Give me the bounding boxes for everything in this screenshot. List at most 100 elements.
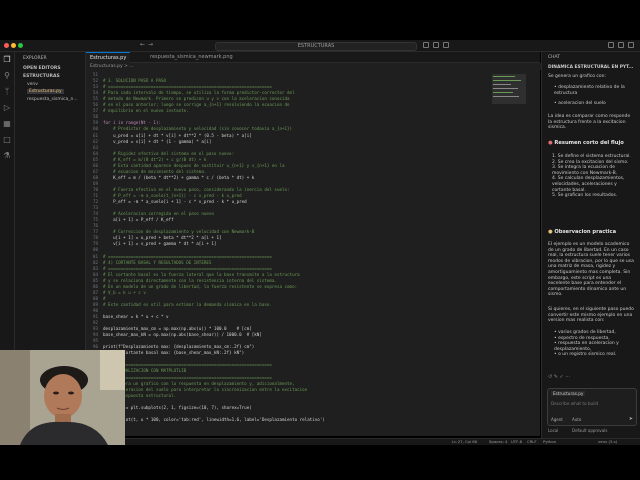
toggle-secondary-sidebar-icon[interactable] [443, 42, 449, 48]
line-number: 79 [92, 241, 98, 247]
minimize-window-button[interactable] [11, 43, 16, 48]
layout-icon[interactable] [608, 42, 614, 48]
code-line[interactable]: # En un modelo de un grado de libertad, … [103, 284, 297, 289]
command-center[interactable]: ESTRUCTURAS [215, 42, 417, 51]
source-control-icon[interactable]: ᛉ [3, 88, 11, 96]
tree-item-venv[interactable]: venv [27, 82, 38, 87]
code-line[interactable]: # [103, 296, 106, 301]
line-number: 75 [92, 217, 98, 223]
code-line[interactable]: base_shear = k * u + c * v [103, 314, 169, 319]
minimap[interactable] [490, 70, 530, 436]
cursor-position[interactable]: Ln 27, Col 66 [452, 439, 477, 445]
code-line[interactable]: # Fuerza efectiva en el nuevo paso, cons… [103, 187, 289, 192]
code-line[interactable]: # Predictor de desplazamiento y velocida… [103, 126, 292, 131]
code-line[interactable]: # ======================================… [103, 84, 272, 89]
tree-item-respuesta[interactable]: respuesta_sismica_n... [27, 97, 78, 102]
line-number: 89 [92, 301, 98, 307]
language-mode[interactable]: Python [543, 439, 556, 445]
code-line[interactable]: # Para cada intervalo de tiempo, se util… [103, 90, 295, 95]
code-line[interactable]: # Correccion de desplazamiento y velocid… [103, 229, 254, 234]
run-debug-icon[interactable]: ▷ [3, 104, 11, 112]
toggle-panel-icon[interactable] [433, 42, 439, 48]
line-number: 86 [92, 283, 98, 289]
code-line[interactable]: # 4) CORTANTE BASAL Y RESULTADOS DE INTE… [103, 260, 211, 265]
code-line[interactable]: ax1[0].plot(t, u * 100, color='tab:red',… [103, 417, 325, 422]
search-icon[interactable]: ⚲ [3, 72, 11, 80]
code-line[interactable]: K_eff = m / (beta * dt**2) + gamma * c /… [103, 175, 254, 180]
indentation[interactable]: Spaces: 4 [489, 439, 507, 445]
testing-icon[interactable]: ⚗ [3, 152, 11, 160]
code-line[interactable]: v_pred = v[i] + dt * (1 - gamma) * a[i] [103, 139, 211, 144]
code-line[interactable]: # ======================================… [103, 362, 272, 367]
encoding[interactable]: UTF-8 [511, 439, 522, 445]
agent-mode-dropdown[interactable]: Agent [551, 417, 563, 422]
back-arrow-icon[interactable]: ← [140, 41, 145, 48]
line-number: 61 [92, 132, 98, 138]
code-line[interactable]: # 3. SOLUCION PASO A PASO [103, 78, 166, 83]
chat-actions[interactable]: ↺ ✎ ✓ ⋯ [548, 374, 570, 380]
code-line[interactable]: # Esta cantidad aparece despues de susti… [103, 163, 284, 168]
code-line[interactable]: desplazamiento_max_cm = np.max(np.abs(u)… [103, 326, 252, 331]
code-line[interactable]: # El cortante basal es la fuerza lateral… [103, 272, 300, 277]
code-line[interactable]: # Rigidez efectiva del sistema en el pas… [103, 151, 234, 156]
code-line[interactable]: # en el paso anterior; luego se corrige … [103, 102, 290, 107]
code-line[interactable]: # V_b = k u + c v [103, 290, 146, 295]
chat-input-box[interactable]: Estructuras.py Describe what to build Ag… [547, 388, 637, 426]
chat-attachment[interactable]: Estructuras.py [551, 391, 586, 396]
code-line[interactable]: # Este cantidad es util para estimar la … [103, 302, 272, 307]
code-line[interactable]: # Aceleracion corregida en el paso nuevo [103, 211, 214, 216]
maximize-window-button[interactable] [18, 43, 23, 48]
code-editor[interactable]: 51 52 # 3. SOLUCION PASO A PASO 53 # =======… [86, 70, 540, 436]
code-line[interactable]: base_shear_max_kN = np.max(np.abs(base_s… [103, 332, 262, 337]
model-dropdown[interactable]: Auto [572, 417, 581, 422]
line-number: 70 [92, 186, 98, 192]
line-number: 55 [92, 96, 98, 102]
code-line[interactable]: fig, ax1 = plt.subplots(2, 1, figsize=(1… [103, 405, 252, 410]
close-window-button[interactable] [4, 43, 9, 48]
code-line[interactable]: # ======================================… [103, 254, 272, 259]
toggle-sidebar-icon[interactable] [423, 42, 429, 48]
accounts-icon[interactable] [618, 42, 624, 48]
explorer-header: EXPLORER [23, 56, 47, 61]
folder-root[interactable]: ESTRUCTURAS [23, 74, 60, 79]
chat-header: CHAT [548, 55, 561, 60]
code-line[interactable]: # ecuacion de movimiento del sistema. [103, 169, 206, 174]
settings-icon[interactable] [628, 42, 634, 48]
code-line[interactable]: # y se relaciona directamente con la res… [103, 278, 277, 283]
code-line[interactable]: # Se genera un grafico con la respuesta … [103, 381, 295, 386]
eol[interactable]: CRLF [527, 439, 537, 445]
files-icon[interactable]: ❐ [3, 56, 11, 64]
webcam-overlay [0, 350, 125, 445]
extensions-icon[interactable]: ▦ [3, 120, 11, 128]
forward-arrow-icon[interactable]: → [148, 41, 153, 48]
code-line[interactable]: # equilibrio en el nuevo instante. [103, 108, 189, 113]
open-editors-section[interactable]: OPEN EDITORS [23, 66, 61, 71]
line-number: 77 [92, 229, 98, 235]
code-line[interactable]: for i in range(Nt - 1): [103, 120, 161, 125]
editor-tabs: Estructuras.py respuesta_sismica_newmark… [86, 52, 540, 63]
remote-explorer-icon[interactable]: □ [3, 136, 11, 144]
chat-heading-resumen: ● Resumen corto del flujo [548, 140, 624, 146]
line-number: 94 [92, 332, 98, 338]
code-line[interactable]: u[i + 1] = u_pred + beta * dt**2 * a[i +… [103, 235, 221, 240]
code-line[interactable]: P_eff = -m * a_suelo[i + 1] - c * v_pred… [103, 199, 247, 204]
code-line[interactable]: # K_eff = m/(B dt^2) + c g/(B dt) + k [103, 157, 206, 162]
code-line[interactable]: # la aceleracion del suelo para interpre… [103, 387, 307, 392]
tree-item-estructuras[interactable]: Estructuras.py [27, 89, 64, 94]
tab-estructuras[interactable]: Estructuras.py [86, 52, 131, 63]
code-line[interactable]: # ======================================… [103, 375, 272, 380]
code-line[interactable]: print(f"Desplazamiento max: {desplazamie… [103, 344, 254, 349]
chat-input-placeholder[interactable]: Describe what to build [551, 401, 598, 406]
python-interpreter[interactable]: venv (3.x) [598, 439, 617, 445]
chat-local-toggle[interactable]: Local [548, 428, 558, 433]
chat-approvals[interactable]: Default approvals [572, 428, 607, 433]
tab-respuesta-png[interactable]: respuesta_sismica_newmark.png [146, 52, 237, 62]
send-icon[interactable]: ➤ [629, 416, 633, 422]
code-line[interactable]: # ======================================… [103, 266, 272, 271]
code-line[interactable]: u_pred = u[i] + dt * v[i] + dt**2 * (0.5… [103, 133, 252, 138]
code-line[interactable]: # P_eff = -m a_suelo(t_{n+1}) - c v_pred… [103, 193, 242, 198]
code-line[interactable]: v[i + 1] = v_pred + gamma * dt * a[i + 1… [103, 241, 216, 246]
breadcrumb[interactable]: Estructuras.py > ... [86, 63, 544, 70]
code-line[interactable]: a[i + 1] = P_eff / K_eff [103, 217, 174, 222]
code-line[interactable]: # metodo de Newmark. Primero se predicen… [103, 96, 290, 101]
